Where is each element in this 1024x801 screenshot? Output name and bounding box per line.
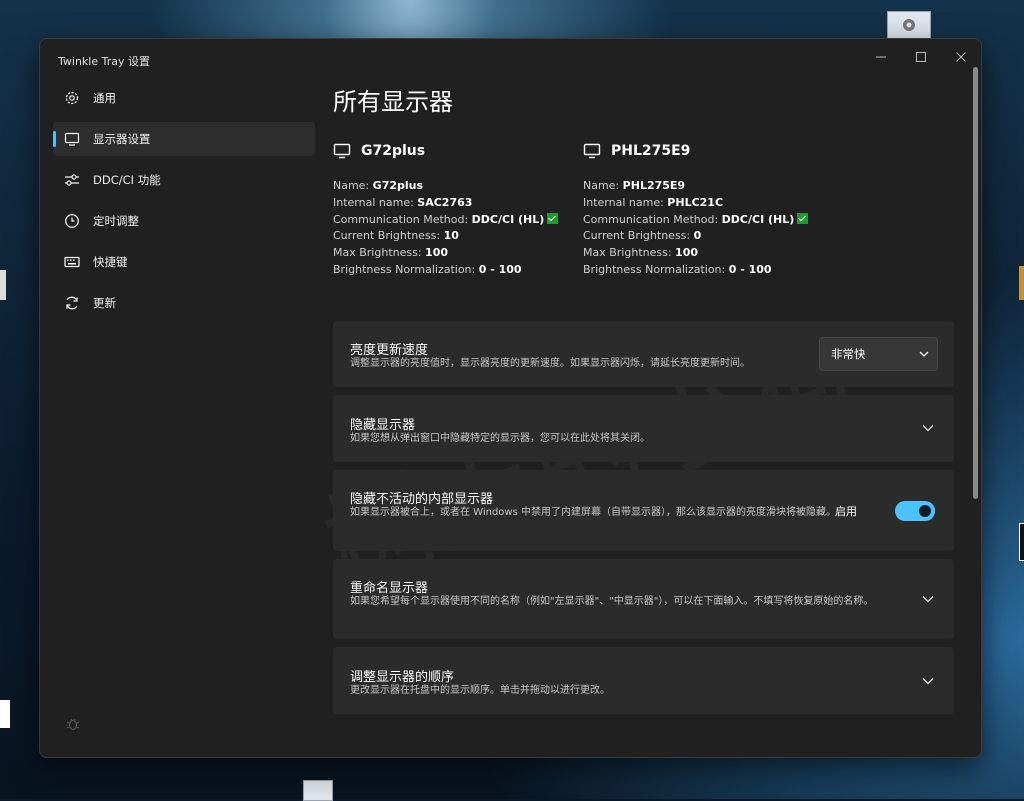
chevron-down-icon[interactable] [922,677,934,685]
desktop-shortcut[interactable] [1019,266,1024,300]
sidebar-item-label: 通用 [93,91,116,105]
keyboard-icon [63,253,81,271]
monitor-icon [63,130,81,148]
sidebar-item-general[interactable]: 通用 [53,81,315,115]
scrollbar[interactable] [973,67,978,499]
monitor-icon [333,143,351,159]
monitor-info-2: PHL275E9 Name: PHL275E9 Internal name: P… [583,139,823,279]
sidebar-item-schedule[interactable]: 定时调整 [53,204,315,238]
sidebar-item-display-settings[interactable]: 显示器设置 [53,122,315,156]
bug-icon[interactable] [65,716,81,736]
sidebar-item-label: DDC/CI 功能 [93,173,161,187]
desktop-shortcut[interactable] [1019,523,1024,561]
card-description: 如果您想从弹出窗口中隐藏特定的显示器，您可以在此处将其关闭。 [350,433,650,444]
card-title: 调整显示器的顺序 [350,670,455,685]
monitor-name: G72plus [361,143,426,159]
sidebar-item-label: 更新 [93,296,116,310]
sidebar-item-label: 显示器设置 [93,132,151,146]
sidebar-item-updates[interactable]: 更新 [53,286,315,320]
clock-icon [63,212,81,230]
refresh-icon [63,294,81,312]
sidebar-item-label: 快捷键 [93,255,128,269]
maximize-button[interactable] [901,43,941,71]
settings-window: Twinkle Tray 设置 通用 显示器设置 DDC/CI 功能 定时调整 … [39,38,982,758]
desktop-shortcut[interactable] [0,700,10,728]
update-rate-select[interactable]: 非常快 [819,337,938,371]
desktop-shortcut-settings[interactable] [887,11,931,39]
sliders-icon [63,171,81,189]
monitor-name: PHL275E9 [611,143,691,159]
card-hide-internal-monitor: 隐藏不活动的内部显示器 如果显示器被合上，或者在 Windows 中禁用了内建屏… [333,470,954,551]
monitor-icon [583,143,601,159]
minimize-button[interactable] [861,43,901,71]
chevron-down-icon[interactable] [922,424,934,432]
close-icon [956,52,966,62]
sidebar-item-ddcci[interactable]: DDC/CI 功能 [53,163,315,197]
card-description: 调整显示器的亮度值时，显示器亮度的更新速度。如果显示器闪烁，请延长亮度更新时间。 [350,358,750,369]
check-icon [797,212,809,224]
chevron-down-icon[interactable] [922,595,934,603]
page-title: 所有显示器 [333,88,453,116]
chevron-down-icon [919,351,929,357]
sidebar-item-hotkeys[interactable]: 快捷键 [53,245,315,279]
card-title: 隐藏显示器 [350,418,416,433]
card-hide-monitors[interactable]: 隐藏显示器 如果您想从弹出窗口中隐藏特定的显示器，您可以在此处将其关闭。 [333,395,954,462]
card-reorder-monitors[interactable]: 调整显示器的顺序 更改显示器在托盘中的显示顺序。单击并拖动以进行更改。 [333,647,954,714]
card-brightness-update-rate: 亮度更新速度 调整显示器的亮度值时，显示器亮度的更新速度。如果显示器闪烁，请延长… [333,321,954,387]
card-description: 如果显示器被合上，或者在 Windows 中禁用了内建屏幕（自带显示器），那么该… [350,507,836,518]
card-title: 隐藏不活动的内部显示器 [350,492,494,507]
card-description: 如果您希望每个显示器使用不同的名称（例如"左显示器"、"中显示器"），可以在下面… [350,596,874,607]
hide-internal-toggle[interactable] [895,501,935,521]
card-title: 亮度更新速度 [350,343,429,358]
card-rename-monitors[interactable]: 重命名显示器 如果您希望每个显示器使用不同的名称（例如"左显示器"、"中显示器"… [333,559,954,639]
card-description: 更改显示器在托盘中的显示顺序。单击并拖动以进行更改。 [350,685,610,696]
desktop-shortcut[interactable] [0,270,6,300]
monitor-info-1: G72plus Name: G72plus Internal name: SAC… [333,139,573,279]
toggle-label: 启用 [835,505,857,518]
check-icon [547,212,559,224]
card-title: 重命名显示器 [350,581,429,596]
sidebar-item-label: 定时调整 [93,214,139,228]
window-title: Twinkle Tray 设置 [58,55,150,68]
minimize-icon [876,56,886,58]
gear-icon [63,89,81,107]
desktop-shortcut[interactable] [303,780,333,801]
maximize-icon [916,52,926,62]
gear-icon [903,19,915,31]
title-bar[interactable]: Twinkle Tray 设置 [40,39,981,79]
